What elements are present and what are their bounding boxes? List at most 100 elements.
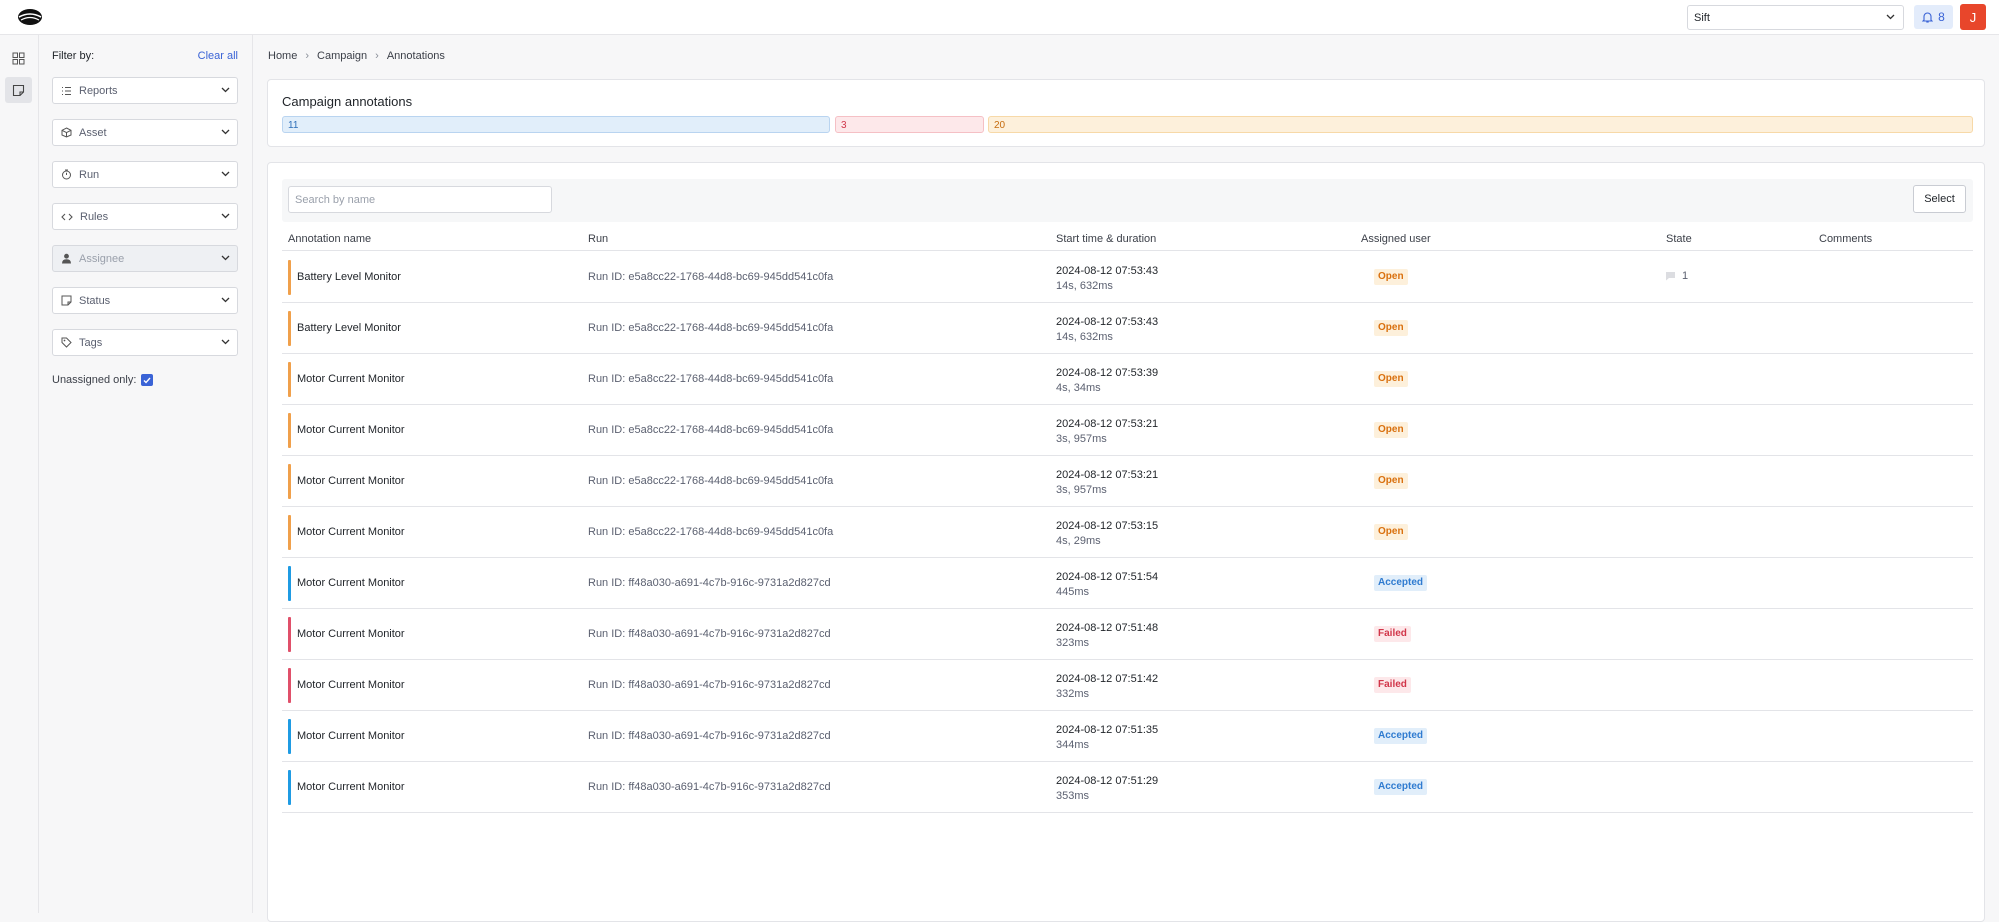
- asset-filter-label: Asset: [79, 126, 107, 139]
- table-row[interactable]: Motor Current Monitor Run ID: ff48a030-a6…: [282, 660, 1973, 711]
- unassigned-only-checkbox[interactable]: [141, 374, 154, 386]
- annotation-name[interactable]: Motor Current Monitor: [297, 373, 405, 385]
- notifications-button[interactable]: 8: [1914, 5, 1953, 29]
- column-header-name[interactable]: Annotation name: [288, 233, 371, 245]
- column-header-run[interactable]: Run: [588, 233, 608, 245]
- column-header-start-time[interactable]: Start time & duration: [1056, 233, 1156, 245]
- annotation-name[interactable]: Motor Current Monitor: [297, 475, 405, 487]
- breadcrumb-annotations: Annotations: [386, 50, 445, 62]
- run-id[interactable]: Run ID: e5a8cc22-1768-44d8-bc69-945dd541…: [588, 322, 833, 334]
- workspace-select[interactable]: Sift: [1687, 5, 1904, 30]
- start-time: 2024-08-12 07:53:39: [1056, 367, 1159, 379]
- table-row[interactable]: Motor Current Monitor Run ID: e5a8cc22-17…: [282, 507, 1973, 558]
- run-id[interactable]: Run ID: ff48a030-a691-4c7b-916c-9731a2d8…: [588, 730, 831, 742]
- start-time: 2024-08-12 07:53:15: [1056, 520, 1159, 532]
- chevron-right-icon: ›: [305, 50, 310, 62]
- annotation-name[interactable]: Motor Current Monitor: [297, 781, 405, 793]
- column-header-state[interactable]: State: [1666, 233, 1692, 245]
- run-id[interactable]: Run ID: ff48a030-a691-4c7b-916c-9731a2d8…: [588, 577, 831, 589]
- failed-count-bar[interactable]: 3: [835, 116, 984, 133]
- column-header-comments[interactable]: Comments: [1819, 233, 1872, 245]
- table-header: Annotation name Run Start time & duratio…: [282, 229, 1973, 251]
- chevron-down-icon: [221, 255, 230, 261]
- table-row[interactable]: Motor Current Monitor Run ID: ff48a030-a6…: [282, 609, 1973, 660]
- duration: 353ms: [1056, 790, 1090, 802]
- start-time-duration: 2024-08-12 07:53:39 4s, 34ms: [1056, 366, 1158, 396]
- rail-dashboard-button[interactable]: [5, 45, 32, 71]
- search-input[interactable]: Search by name: [288, 186, 552, 213]
- status-filter-select[interactable]: Status: [52, 287, 238, 314]
- open-count-bar[interactable]: 20: [988, 116, 1973, 133]
- asset-filter-select[interactable]: Asset: [52, 119, 238, 146]
- breadcrumb-campaign[interactable]: Campaign: [317, 50, 367, 62]
- start-time-duration: 2024-08-12 07:53:43 14s, 632ms: [1056, 315, 1158, 345]
- run-id[interactable]: Run ID: e5a8cc22-1768-44d8-bc69-945dd541…: [588, 373, 833, 385]
- clear-all-link[interactable]: Clear all: [198, 50, 238, 62]
- user-icon: [62, 253, 71, 264]
- run-id[interactable]: Run ID: e5a8cc22-1768-44d8-bc69-945dd541…: [588, 271, 833, 283]
- state-color-stripe: [288, 311, 291, 346]
- run-id[interactable]: Run ID: ff48a030-a691-4c7b-916c-9731a2d8…: [588, 781, 831, 793]
- comments-count[interactable]: 1: [1665, 270, 1688, 282]
- rules-filter-select[interactable]: Rules: [52, 203, 238, 230]
- duration: 14s, 632ms: [1056, 331, 1113, 343]
- status-badge: Failed: [1374, 626, 1411, 642]
- annotation-name[interactable]: Battery Level Monitor: [297, 322, 401, 334]
- start-time-duration: 2024-08-12 07:53:21 3s, 957ms: [1056, 468, 1158, 498]
- rail-annotations-button[interactable]: [5, 77, 32, 103]
- start-time: 2024-08-12 07:51:42: [1056, 673, 1159, 685]
- nav-rail: [0, 35, 39, 913]
- run-id[interactable]: Run ID: e5a8cc22-1768-44d8-bc69-945dd541…: [588, 475, 833, 487]
- annotation-name[interactable]: Motor Current Monitor: [297, 628, 405, 640]
- annotation-name[interactable]: Motor Current Monitor: [297, 526, 405, 538]
- run-id[interactable]: Run ID: e5a8cc22-1768-44d8-bc69-945dd541…: [588, 526, 833, 538]
- table-row[interactable]: Motor Current Monitor Run ID: ff48a030-a6…: [282, 711, 1973, 762]
- avatar[interactable]: J: [1960, 4, 1986, 30]
- start-time-duration: 2024-08-12 07:51:48 323ms: [1056, 621, 1158, 651]
- run-id[interactable]: Run ID: ff48a030-a691-4c7b-916c-9731a2d8…: [588, 679, 831, 691]
- accepted-count-bar[interactable]: 11: [282, 116, 830, 133]
- filter-panel: Filter by: Clear all Reports Asset Run R…: [39, 35, 253, 913]
- run-id[interactable]: Run ID: ff48a030-a691-4c7b-916c-9731a2d8…: [588, 628, 831, 640]
- table-row[interactable]: Motor Current Monitor Run ID: e5a8cc22-17…: [282, 405, 1973, 456]
- table-row[interactable]: Motor Current Monitor Run ID: e5a8cc22-17…: [282, 354, 1973, 405]
- chevron-down-icon: [1886, 14, 1895, 20]
- table-row[interactable]: Battery Level Monitor Run ID: e5a8cc22-17…: [282, 252, 1973, 303]
- annotation-name[interactable]: Motor Current Monitor: [297, 679, 405, 691]
- run-id[interactable]: Run ID: e5a8cc22-1768-44d8-bc69-945dd541…: [588, 424, 833, 436]
- state-color-stripe: [288, 770, 291, 805]
- annotation-name[interactable]: Motor Current Monitor: [297, 424, 405, 436]
- table-row[interactable]: Motor Current Monitor Run ID: ff48a030-a6…: [282, 558, 1973, 609]
- duration: 14s, 632ms: [1056, 280, 1113, 292]
- notifications-count: 8: [1938, 10, 1945, 24]
- status-badge: Accepted: [1374, 779, 1428, 795]
- table-row[interactable]: Battery Level Monitor Run ID: e5a8cc22-17…: [282, 303, 1973, 354]
- duration: 332ms: [1056, 688, 1090, 700]
- duration: 323ms: [1056, 637, 1090, 649]
- select-button[interactable]: Select: [1913, 185, 1966, 213]
- column-header-assigned-user[interactable]: Assigned user: [1361, 233, 1431, 245]
- unassigned-only-toggle: Unassigned only:: [52, 374, 154, 386]
- chevron-down-icon: [221, 297, 230, 303]
- annotation-name[interactable]: Battery Level Monitor: [297, 271, 401, 283]
- start-time: 2024-08-12 07:53:43: [1056, 265, 1159, 277]
- breadcrumb-home[interactable]: Home: [268, 50, 297, 62]
- assignee-filter-select[interactable]: Assignee: [52, 245, 238, 272]
- state-color-stripe: [288, 566, 291, 601]
- table-row[interactable]: Motor Current Monitor Run ID: ff48a030-a6…: [282, 762, 1973, 813]
- chevron-right-icon: ›: [375, 50, 379, 62]
- annotation-name[interactable]: Motor Current Monitor: [297, 730, 405, 742]
- comments-count-value: 1: [1682, 270, 1689, 282]
- status-badge: Failed: [1374, 677, 1411, 693]
- reports-filter-select[interactable]: Reports: [52, 77, 238, 104]
- duration: 4s, 29ms: [1056, 535, 1101, 547]
- start-time-duration: 2024-08-12 07:51:42 332ms: [1056, 672, 1158, 702]
- table-row[interactable]: Motor Current Monitor Run ID: e5a8cc22-17…: [282, 456, 1973, 507]
- chevron-down-icon: [221, 129, 230, 135]
- sift-logo[interactable]: [17, 7, 43, 27]
- start-time: 2024-08-12 07:53:21: [1056, 418, 1159, 430]
- assignee-filter-label: Assignee: [79, 252, 125, 265]
- run-filter-select[interactable]: Run: [52, 161, 238, 188]
- tags-filter-select[interactable]: Tags: [52, 329, 238, 356]
- annotation-name[interactable]: Motor Current Monitor: [297, 577, 405, 589]
